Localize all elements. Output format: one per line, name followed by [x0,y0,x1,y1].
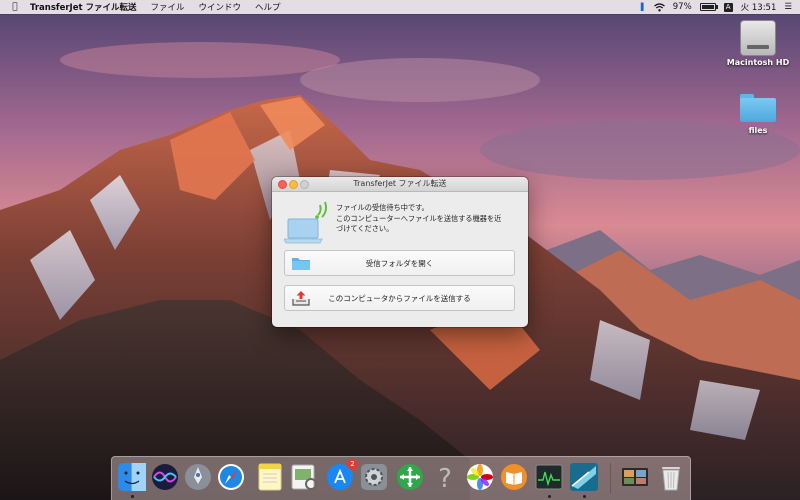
menu-bar:  TransferJet ファイル転送 ファイル ウインドウ ヘルプ ❚ 97… [0,0,800,14]
dock-finder[interactable] [117,462,147,492]
dock-safari[interactable] [216,462,246,492]
desktop-icon-files[interactable]: files [723,90,793,135]
photos-icon [467,464,493,490]
dock-notes[interactable] [255,462,285,492]
svg-text:?: ? [438,464,452,492]
wifi-icon[interactable] [653,2,665,12]
status-area: ❚ 97% A 火 13:51 ☰ [639,1,792,13]
receive-status-panel: ファイルの受信待ち中です。 このコンピューターへファイルを送信する機器を近 づけ… [284,199,524,247]
window-titlebar[interactable]: TransferJet ファイル転送 [272,177,528,192]
dock-separator [610,463,611,493]
preview-icon [291,464,317,490]
notes-icon [258,463,282,491]
photo-booth-icon [622,468,648,486]
desktop-icon-label: Macintosh HD [726,58,790,67]
folder-icon [292,258,310,270]
app-menu[interactable]: TransferJet ファイル転送 [30,1,137,13]
rocket-icon [185,464,211,490]
transferjet-window: TransferJet ファイル転送 ファイルの受信待ち中です。 このコンピュー… [272,177,528,327]
dock-photo-booth[interactable] [620,462,650,492]
dock-system-preferences[interactable] [359,462,389,492]
open-receive-folder-button[interactable]: 受信フォルダを開く [284,250,515,276]
battery-fill [701,5,714,9]
gear-icon [361,464,387,490]
notification-center-icon[interactable]: ☰ [784,2,792,12]
running-indicator [131,495,134,498]
running-indicator [548,495,551,498]
running-indicator [583,495,586,498]
trash-icon [662,467,680,491]
app-store-badge: 2 [347,459,358,470]
apple-menu-icon[interactable]:  [6,2,24,12]
dock-launchpad[interactable] [183,462,213,492]
battery-icon[interactable] [699,3,718,11]
close-window-button[interactable] [278,180,287,189]
activity-monitor-icon [535,464,563,490]
menu-help[interactable]: ヘルプ [255,1,281,13]
dock: 2 ? [111,456,691,500]
menu-file[interactable]: ファイル [151,1,185,13]
dock-transferjet[interactable] [569,462,599,492]
hard-drive-icon [740,20,776,56]
status-line: ファイルの受信待ち中です。 [336,203,429,212]
clock[interactable]: 火 13:51 [741,1,777,13]
desktop-icon-macintosh-hd[interactable]: Macintosh HD [723,20,793,67]
send-file-button[interactable]: このコンピュータからファイルを送信する [284,285,515,311]
dock-help[interactable]: ? [430,462,460,494]
dock-activity-monitor[interactable] [534,462,564,492]
minimize-window-button[interactable] [289,180,298,189]
dock-siri[interactable] [150,462,180,492]
send-file-label: このコンピュータからファイルを送信する [328,293,471,303]
finder-icon [118,463,146,491]
compass-icon [218,464,244,490]
battery-percent[interactable]: 97% [673,2,692,12]
question-mark-icon: ? [438,464,452,494]
transferjet-status-icon[interactable]: ❚ [639,2,646,12]
dock-green-app[interactable] [395,462,425,492]
dock-ibooks[interactable] [499,462,529,492]
status-line: づけてください。 [336,224,394,233]
receive-status-text: ファイルの受信待ち中です。 このコンピューターへファイルを送信する機器を近 づけ… [336,203,522,235]
laptop-signal-icon [284,201,327,244]
zoom-window-button [300,180,309,189]
siri-icon [152,464,178,490]
input-source-icon[interactable]: A [723,2,733,12]
menu-window[interactable]: ウインドウ [199,1,242,13]
folder-icon [740,94,776,122]
book-icon [501,464,527,490]
upload-tray-icon [292,291,310,306]
window-title: TransferJet ファイル転送 [353,179,447,188]
dock-app-store[interactable]: 2 [325,459,358,492]
open-receive-folder-label: 受信フォルダを開く [365,258,434,268]
green-compass-icon [397,464,423,490]
dock-photos[interactable] [465,462,495,492]
transferjet-icon [570,463,598,491]
status-line: このコンピューターへファイルを送信する機器を近 [336,213,502,223]
dock-trash[interactable] [656,462,686,492]
desktop-icon-label: files [748,126,768,135]
dock-preview[interactable] [289,462,319,492]
